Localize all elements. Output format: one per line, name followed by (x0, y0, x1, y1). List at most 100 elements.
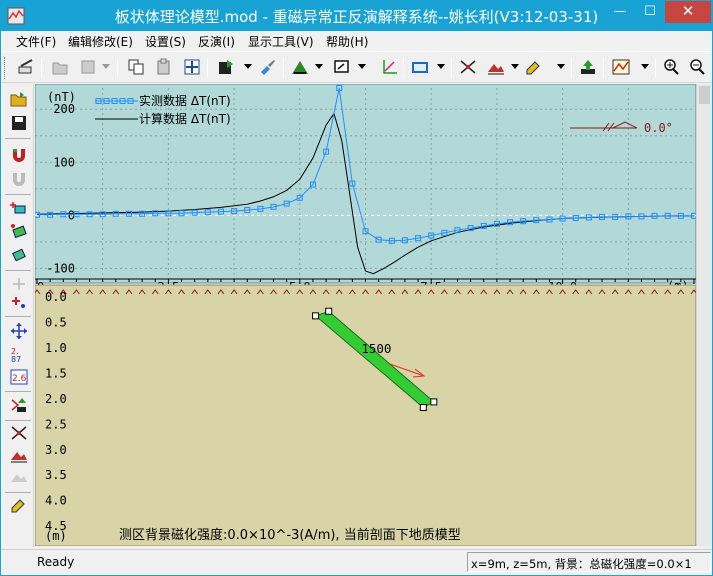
vertex-handle[interactable] (312, 312, 320, 320)
chart-icon[interactable] (610, 56, 632, 78)
menu-edit[interactable]: 编辑修改(E) (68, 33, 133, 50)
block-edit-icon[interactable] (8, 244, 30, 266)
status-text: Ready (37, 555, 75, 569)
angle-label: 0.0° (644, 121, 673, 135)
save-icon[interactable] (8, 112, 30, 134)
chevron-down-icon[interactable] (557, 64, 565, 69)
export-icon[interactable] (8, 394, 30, 416)
vertex-handle[interactable] (419, 404, 427, 412)
magnet-icon[interactable] (8, 144, 30, 166)
depth-tick-label: 0.5 (45, 315, 67, 329)
zoom-fit-icon[interactable] (181, 56, 203, 78)
pen-icon[interactable] (8, 494, 30, 516)
zoom-in-icon[interactable] (660, 56, 682, 78)
chevron-down-icon[interactable] (244, 64, 252, 69)
close-button[interactable]: ✕ (665, 1, 711, 23)
menu-file[interactable]: 文件(F) (16, 33, 56, 50)
upload-icon[interactable] (577, 56, 599, 78)
magnet-gray-icon (8, 168, 30, 190)
chevron-down-icon[interactable] (437, 64, 445, 69)
model-caption: 测区背景磁化强度:0.0×10^-3(A/m), 当前剖面下地质模型 (119, 527, 461, 543)
chevron-down-icon[interactable] (315, 64, 323, 69)
paste-icon[interactable] (153, 56, 175, 78)
scrollbar-thumb[interactable] (699, 86, 710, 104)
axis-move-icon[interactable] (8, 320, 30, 342)
left-toolbar: 2. 87 2.6 (1, 84, 34, 547)
toolbar-separator (283, 58, 284, 78)
zoom-out-icon[interactable] (686, 56, 708, 78)
mountain-icon[interactable] (289, 56, 311, 78)
y-tick-label: -100 (46, 261, 75, 275)
edit-icon[interactable] (15, 56, 37, 78)
toolbar-separator (5, 391, 31, 392)
copy-icon[interactable] (125, 56, 147, 78)
axis-icon[interactable] (379, 56, 401, 78)
toolbar-separator (603, 58, 604, 78)
window-icon[interactable] (409, 56, 431, 78)
block-add-icon[interactable] (8, 198, 30, 220)
chevron-down-icon[interactable] (641, 64, 649, 69)
top-y-unit-label: (nT) (47, 90, 76, 104)
maximize-button[interactable]: ☐ (635, 1, 665, 23)
title-bar[interactable]: 板状体理论模型.mod - 重磁异常正反演解释系统--姚长利(V3:12-03-… (1, 1, 712, 31)
depth-tick-label: 4.0 (45, 494, 67, 508)
param-icon[interactable]: 2. 87 (8, 343, 30, 365)
chevron-down-icon[interactable] (358, 64, 366, 69)
bottom-y-unit-label: (m) (45, 529, 67, 543)
depth-tick-label: 1.5 (45, 366, 67, 380)
toolbar-separator (5, 270, 31, 271)
mountain-icon[interactable] (8, 444, 30, 466)
depth-tick-label: 2.5 (45, 417, 67, 431)
menu-view-tools[interactable]: 显示工具(V) (248, 33, 314, 50)
toolbar-separator (5, 420, 31, 421)
plot-area[interactable]: 02.55.07.510.0 2001000-100 (nT) (m) 实测数据… (35, 84, 696, 546)
toolbar-separator (5, 138, 31, 139)
menu-settings[interactable]: 设置(S) (145, 33, 186, 50)
mountain-pen-icon[interactable] (485, 56, 507, 78)
network-icon[interactable] (8, 422, 30, 444)
open-gray-icon (49, 56, 71, 78)
vertical-scrollbar[interactable] (696, 84, 712, 546)
bottom-panel-bg (35, 284, 696, 546)
vertex-handle[interactable] (430, 398, 438, 406)
y-tick-label: 200 (53, 102, 75, 116)
depth-tick-label: 1.0 (45, 341, 67, 355)
toolbar-separator (451, 58, 452, 78)
screen-icon[interactable] (331, 56, 353, 78)
brush-icon[interactable] (257, 56, 279, 78)
chevron-down-icon[interactable] (511, 64, 519, 69)
app-window: 板状体理论模型.mod - 重磁异常正反演解释系统--姚长利(V3:12-03-… (0, 0, 713, 576)
status-coordinates: x=9m, z=5m, 背景：总磁化强度=0.0×1 (467, 552, 711, 572)
param-box-icon[interactable]: 2.6 (8, 366, 30, 388)
point-add-icon[interactable] (8, 291, 30, 313)
block-move-icon[interactable] (8, 221, 30, 243)
toolbar-separator (117, 58, 118, 78)
main-toolbar (1, 51, 712, 83)
chart-svg[interactable]: 02.55.07.510.0 2001000-100 (nT) (m) 实测数据… (35, 84, 696, 546)
toolbar-separator (207, 58, 208, 78)
grid-gray-icon (8, 466, 30, 488)
save-gray-icon (77, 56, 99, 78)
depth-tick-label: 3.0 (45, 443, 67, 457)
menu-help[interactable]: 帮助(H) (326, 33, 368, 50)
vertex-handle[interactable] (325, 307, 333, 315)
minimize-button[interactable]: — (605, 1, 635, 23)
toolbar-separator (41, 58, 42, 78)
svg-text:2.6: 2.6 (12, 374, 27, 384)
network-icon[interactable] (457, 56, 479, 78)
toolbar-separator (655, 58, 656, 78)
export-icon[interactable] (215, 56, 237, 78)
menu-bar: 文件(F) 编辑修改(E) 设置(S) 反演(I) 显示工具(V) 帮助(H) (1, 31, 712, 51)
toolbar-grip[interactable] (4, 57, 7, 79)
depth-tick-label: 2.0 (45, 392, 67, 406)
body-label: 1500 (361, 341, 391, 356)
status-bar: Ready x=9m, z=5m, 背景：总磁化强度=0.0×1 (1, 549, 712, 575)
menu-inversion[interactable]: 反演(I) (198, 33, 235, 50)
depth-tick-label: 0.0 (45, 290, 67, 304)
open-icon[interactable] (8, 88, 30, 110)
chevron-down-icon (102, 64, 110, 69)
legend-computed-label: 计算数据 ΔT(nT) (139, 111, 231, 126)
pen-icon[interactable] (523, 56, 545, 78)
toolbar-separator (403, 58, 404, 78)
y-tick-label: 100 (53, 155, 75, 169)
